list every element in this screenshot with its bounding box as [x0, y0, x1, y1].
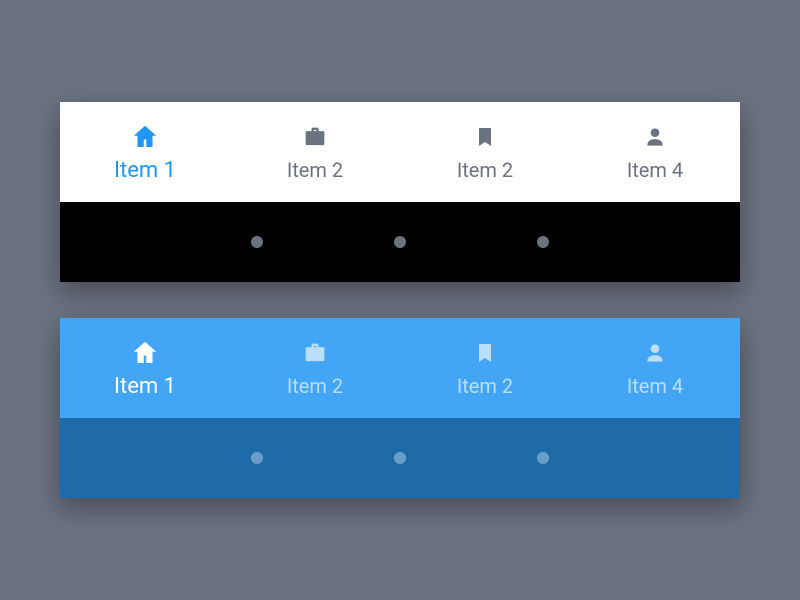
nav-item-label: Item 4: [627, 158, 683, 182]
bookmark-icon: [470, 338, 500, 368]
indicator-dot: [537, 236, 549, 248]
nav-item-label: Item 2: [457, 158, 513, 182]
navbar: Item 1 Item 2 Item 2 Item 4: [60, 318, 740, 418]
person-icon: [640, 122, 670, 152]
home-icon: [130, 122, 160, 152]
indicator-dot: [537, 452, 549, 464]
indicator-dot: [394, 236, 406, 248]
briefcase-icon: [300, 338, 330, 368]
nav-item-label: Item 1: [114, 374, 176, 399]
person-icon: [640, 338, 670, 368]
nav-card-light: Item 1 Item 2 Item 2 Item 4: [60, 102, 740, 282]
navbar: Item 1 Item 2 Item 2 Item 4: [60, 102, 740, 202]
indicator-row: [60, 202, 740, 282]
nav-item-2[interactable]: Item 2: [230, 102, 400, 202]
indicator-dot: [394, 452, 406, 464]
briefcase-icon: [300, 122, 330, 152]
nav-item-4[interactable]: Item 4: [570, 102, 740, 202]
nav-card-blue: Item 1 Item 2 Item 2 Item 4: [60, 318, 740, 498]
nav-item-1[interactable]: Item 1: [60, 318, 230, 418]
nav-item-2[interactable]: Item 2: [230, 318, 400, 418]
nav-item-1[interactable]: Item 1: [60, 102, 230, 202]
nav-item-label: Item 2: [457, 374, 513, 398]
nav-item-label: Item 4: [627, 374, 683, 398]
indicator-row: [60, 418, 740, 498]
nav-item-label: Item 2: [287, 374, 343, 398]
nav-item-3[interactable]: Item 2: [400, 318, 570, 418]
indicator-dot: [251, 452, 263, 464]
bookmark-icon: [470, 122, 500, 152]
nav-item-label: Item 2: [287, 158, 343, 182]
indicator-dot: [251, 236, 263, 248]
nav-item-4[interactable]: Item 4: [570, 318, 740, 418]
nav-item-label: Item 1: [114, 158, 176, 183]
nav-item-3[interactable]: Item 2: [400, 102, 570, 202]
home-icon: [130, 338, 160, 368]
